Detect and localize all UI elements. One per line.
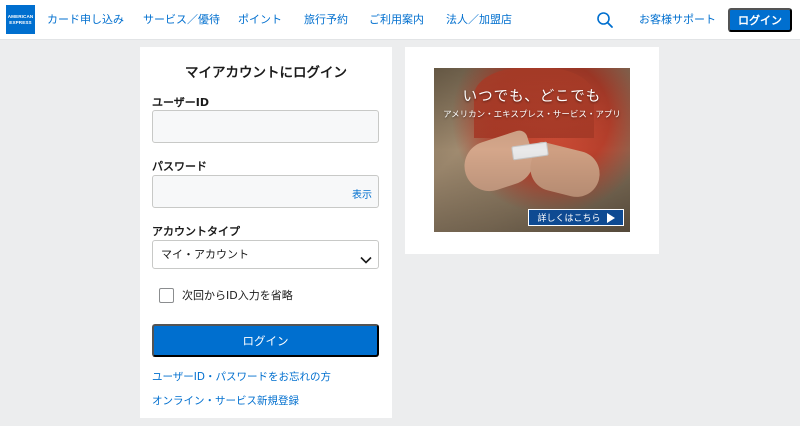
header-login-button[interactable]: ログイン [728, 8, 792, 32]
nav-item-points[interactable]: ポイント [238, 0, 282, 40]
account-type-value: マイ・アカウント [161, 248, 249, 261]
nav-item-travel[interactable]: 旅行予約 [304, 0, 348, 40]
nav-item-card-apply[interactable]: カード申し込み [47, 0, 124, 40]
nav-item-usage-guide[interactable]: ご利用案内 [369, 0, 424, 40]
app-promo-banner[interactable]: いつでも、どこでも アメリカン・エキスプレス・サービス・アプリ 詳しくはこちら [434, 68, 630, 232]
register-online-service-link[interactable]: オンライン・サービス新規登録 [152, 393, 299, 408]
promo-headline: いつでも、どこでも [462, 89, 602, 105]
search-icon[interactable] [595, 10, 615, 30]
logo-line-2: EXPRESS [9, 19, 32, 25]
forgot-credentials-link[interactable]: ユーザーID・パスワードをお忘れの方 [152, 369, 331, 384]
password-label: パスワード [152, 160, 207, 173]
nav-item-business[interactable]: 法人／加盟店 [446, 0, 512, 40]
promo-cta-label: 詳しくはこちら [537, 214, 601, 224]
password-input[interactable] [152, 175, 379, 208]
promo-details-button[interactable]: 詳しくはこちら [528, 209, 624, 226]
chevron-down-icon [360, 250, 372, 264]
account-type-label: アカウントタイプ [152, 225, 240, 238]
promo-subtitle: アメリカン・エキスプレス・サービス・アプリ [443, 110, 621, 120]
login-title: マイアカウントにログイン [185, 65, 347, 81]
login-card: マイアカウントにログイン ユーザーID パスワード 表示 アカウントタイプ マイ… [140, 47, 392, 418]
amex-logo[interactable]: AMERICAN EXPRESS [6, 5, 35, 34]
login-submit-button[interactable]: ログイン [152, 324, 379, 357]
user-id-label: ユーザーID [152, 96, 210, 109]
account-type-select[interactable]: マイ・アカウント [152, 240, 379, 269]
user-id-input[interactable] [152, 110, 379, 143]
top-navigation: AMERICAN EXPRESS カード申し込み サービス／優待 ポイント 旅行… [0, 0, 800, 40]
show-password-toggle[interactable]: 表示 [352, 186, 372, 201]
play-arrow-icon [606, 212, 615, 223]
remember-id-label: 次回からID入力を省略 [182, 289, 293, 302]
nav-item-services[interactable]: サービス／優待 [143, 0, 220, 40]
remember-id-checkbox[interactable] [159, 288, 174, 303]
customer-support-link[interactable]: お客様サポート [639, 0, 716, 40]
promo-card: いつでも、どこでも アメリカン・エキスプレス・サービス・アプリ 詳しくはこちら [405, 47, 659, 254]
